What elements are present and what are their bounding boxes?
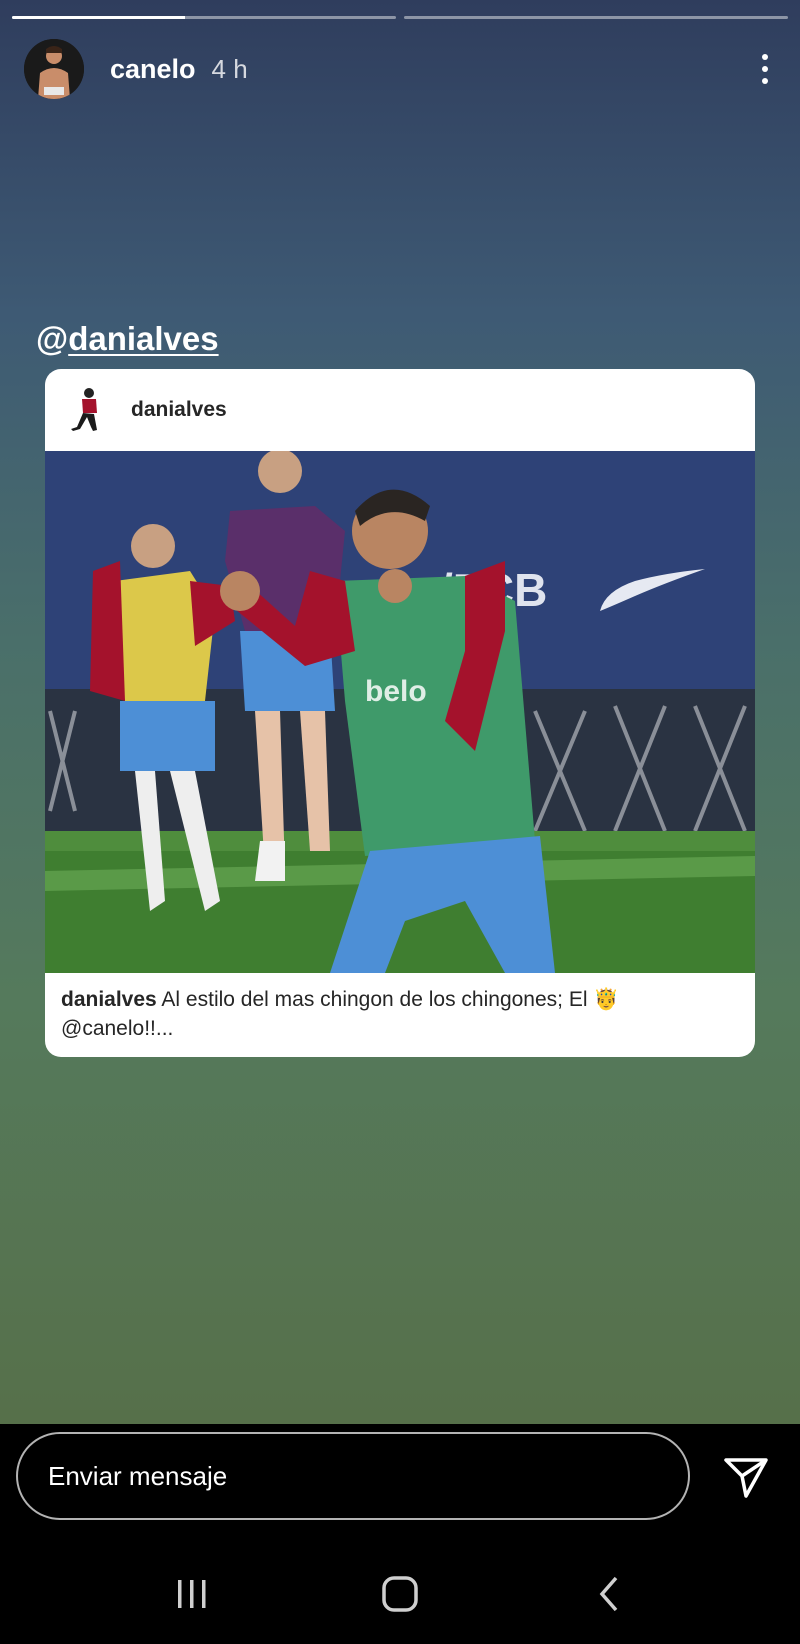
- send-icon[interactable]: [722, 1452, 770, 1500]
- caption-username[interactable]: danialves: [61, 988, 157, 1011]
- jersey-sponsor-text: belo: [365, 675, 427, 708]
- more-vertical-icon[interactable]: [750, 49, 780, 89]
- progress-segment-2: [404, 16, 788, 19]
- send-message-input[interactable]: Enviar mensaje: [16, 1432, 690, 1520]
- progress-segment-1: [12, 16, 396, 19]
- story-background[interactable]: canelo 4 h @danialves danialves /FCB: [0, 0, 800, 1424]
- recents-nav-icon[interactable]: [172, 1574, 212, 1614]
- caption-more[interactable]: @canelo!!...: [61, 1017, 173, 1040]
- post-header: danialves: [45, 369, 755, 451]
- story-header: canelo 4 h: [24, 38, 780, 100]
- story-time: 4 h: [211, 53, 248, 84]
- story-progress: [12, 16, 788, 20]
- send-message-placeholder: Enviar mensaje: [48, 1460, 228, 1491]
- shared-post-card[interactable]: danialves /FCB: [45, 369, 755, 1057]
- post-photo[interactable]: /FCB: [45, 451, 755, 973]
- post-username[interactable]: danialves: [131, 398, 227, 422]
- back-nav-icon[interactable]: [590, 1574, 630, 1614]
- story-username[interactable]: canelo: [110, 54, 196, 85]
- caption-text: Al estilo del mas chingon de los chingon…: [161, 988, 620, 1011]
- mention-link[interactable]: @danialves: [36, 320, 219, 358]
- profile-avatar[interactable]: [24, 39, 84, 99]
- home-nav-icon[interactable]: [380, 1574, 420, 1614]
- mention-name: danialves: [68, 320, 219, 357]
- post-avatar[interactable]: [67, 387, 107, 433]
- mention-at: @: [36, 320, 69, 357]
- post-caption: danialves Al estilo del mas chingon de l…: [61, 985, 739, 1043]
